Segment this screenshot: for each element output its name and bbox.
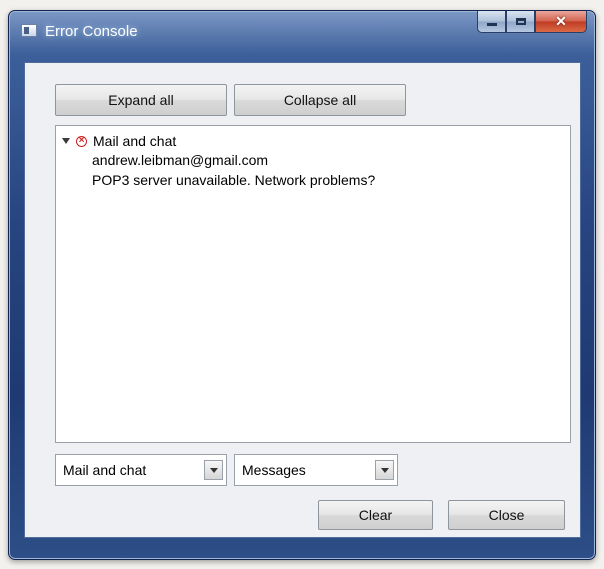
title-bar[interactable]: Error Console ✕ — [9, 11, 595, 49]
clear-button[interactable]: Clear — [318, 500, 433, 530]
category-label: Mail and chat — [93, 133, 177, 149]
minimize-icon — [486, 23, 497, 26]
close-button[interactable]: Close — [448, 500, 565, 530]
window-controls: ✕ — [477, 11, 587, 33]
source-filter-select[interactable]: Mail and chat — [55, 454, 227, 486]
window-close-button[interactable]: ✕ — [535, 11, 587, 33]
console-panel: Expand all Collapse all × Mail and chat … — [24, 62, 581, 538]
message-text: POP3 server unavailable. Network problem… — [92, 172, 376, 188]
type-filter-value: Messages — [242, 462, 306, 478]
maximize-icon — [515, 18, 526, 25]
dropdown-arrow-icon[interactable] — [204, 460, 223, 480]
message-tree[interactable]: × Mail and chat andrew.leibman@gmail.com… — [55, 125, 571, 443]
expand-all-button[interactable]: Expand all — [55, 84, 227, 116]
window-title: Error Console — [45, 23, 138, 40]
close-icon: ✕ — [555, 13, 567, 29]
source-filter-value: Mail and chat — [63, 462, 147, 478]
type-filter-select[interactable]: Messages — [234, 454, 398, 486]
app-window-icon — [21, 24, 37, 37]
dropdown-arrow-icon[interactable] — [375, 460, 394, 480]
error-icon: × — [76, 135, 87, 147]
minimize-button[interactable] — [477, 11, 506, 33]
expand-triangle-icon[interactable] — [62, 138, 70, 144]
maximize-button[interactable] — [506, 11, 535, 33]
tree-category-row[interactable]: × Mail and chat — [62, 132, 176, 150]
collapse-all-button[interactable]: Collapse all — [234, 84, 406, 116]
message-account: andrew.leibman@gmail.com — [92, 152, 269, 168]
